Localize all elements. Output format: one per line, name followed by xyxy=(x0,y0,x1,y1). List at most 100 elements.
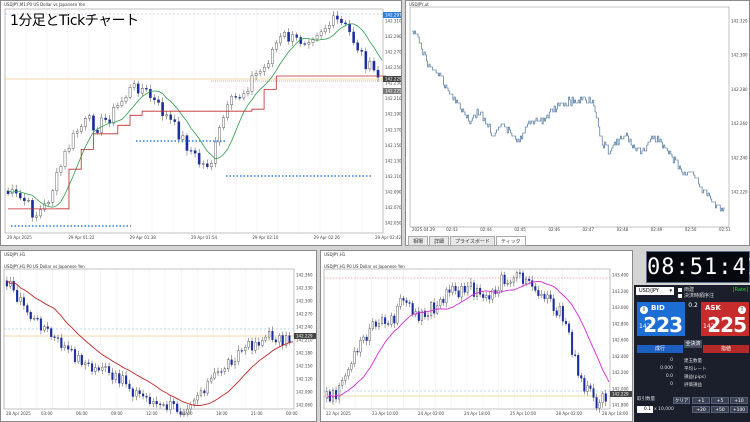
h1-candle xyxy=(159,403,162,405)
tab-price-board[interactable]: プライスボード xyxy=(450,236,495,246)
m1-candle xyxy=(96,130,99,133)
tick-line xyxy=(412,30,725,212)
m1-y-tick: 142.070 xyxy=(385,205,402,210)
m1-candle xyxy=(214,141,217,164)
m1-candle xyxy=(319,31,323,36)
h1-candle xyxy=(128,383,131,389)
m1b-candle xyxy=(368,328,371,341)
m1b-candle xyxy=(592,388,595,398)
h1-candle xyxy=(172,401,175,405)
h1-candle xyxy=(22,297,25,306)
h1-ma-red xyxy=(6,280,294,406)
bid-button[interactable]: ⇩ BID 142. 223 xyxy=(637,302,685,337)
tick-plot-frame xyxy=(409,6,730,228)
m1-candle xyxy=(332,15,335,26)
qty-plus-50-button[interactable]: +50 xyxy=(711,406,729,413)
unrealized-pl-label: 評価損益 xyxy=(684,383,702,388)
trade-panel: USD/JPY ▾ 両建 決済時順序注 [Rate] ⇩ BID 142. 223… xyxy=(634,285,750,422)
m1b-candle xyxy=(552,298,555,311)
m1-candle xyxy=(51,190,55,203)
h1-candle xyxy=(138,390,141,394)
h1-x-tick: 12:00 xyxy=(146,411,158,416)
qty-plus-10-button[interactable]: +10 xyxy=(730,397,748,404)
m1b-candle xyxy=(426,315,430,318)
m1-candle xyxy=(291,34,294,42)
m1-candle xyxy=(254,73,258,76)
h1-candle xyxy=(104,366,107,368)
m1b-candle xyxy=(577,355,580,376)
avg-rate-label: 平均レート xyxy=(684,367,707,372)
m1b-candle xyxy=(402,297,405,301)
m1b-x-tick: 28 Apr 02:00 xyxy=(556,411,583,416)
m1-candle xyxy=(27,200,30,202)
close-all-button[interactable]: 全決済 xyxy=(684,340,702,348)
tick-chart-pane[interactable]: USDJPY,ut 142.320 142.300 142.280 142.260 14… xyxy=(405,0,750,246)
m1b-candle xyxy=(338,385,341,400)
market-button[interactable]: 成行 xyxy=(637,345,683,353)
m1b-candle xyxy=(365,336,368,341)
m1b-candle xyxy=(604,393,607,402)
qty-plus-100-button[interactable]: +100 xyxy=(730,406,748,413)
h1-candle xyxy=(145,395,148,398)
symbol-select[interactable]: USD/JPY ▾ xyxy=(636,287,674,295)
m1b-candle xyxy=(549,294,552,299)
m1b-candle xyxy=(396,306,399,324)
m1-candle xyxy=(67,148,71,152)
qty-input[interactable]: 0.1 xyxy=(637,406,653,413)
h1-candle xyxy=(176,403,179,412)
m1b-candle xyxy=(359,339,362,353)
qty-plus-1-button[interactable]: +1 xyxy=(692,397,710,404)
tab-tick[interactable]: ティック xyxy=(495,236,526,246)
tab-details[interactable]: 詳細 xyxy=(429,236,450,246)
m1-candle xyxy=(234,96,238,98)
h1-candle xyxy=(274,339,277,343)
m1-candle xyxy=(71,132,75,149)
m1-candle xyxy=(165,114,168,117)
m1-candle xyxy=(35,215,38,218)
h1-candle xyxy=(240,350,243,352)
m1-chart-pane[interactable]: USDJPY,M1:P0 US Dollar vs Japanese Yen 1… xyxy=(0,0,402,246)
h1-x-tick: 28 Apr 2025 xyxy=(6,411,31,416)
h1-price-tag: 142.229 xyxy=(296,334,313,339)
order-checkbox[interactable]: 決済時順序注 xyxy=(678,292,714,299)
tick-y-tick: 142.320 xyxy=(731,19,748,24)
qty-unit: x 10,000 xyxy=(654,407,674,412)
m1b-candle xyxy=(457,290,460,298)
m1b-candle xyxy=(488,295,491,300)
m1b-y-tick: 143.200 xyxy=(612,289,629,294)
h1-chart-pane[interactable]: USDJPY,H1 USDJPY,H1:P0 US Dollar vs Japa… xyxy=(0,250,317,422)
h1-candle xyxy=(26,305,29,313)
m1-candle xyxy=(210,163,213,167)
m1-y-tick: 142.190 xyxy=(385,112,402,117)
h1-candle xyxy=(19,297,22,302)
ask-button[interactable]: ASK ⇧ 142. 225 xyxy=(701,302,749,337)
clear-button[interactable]: クリア xyxy=(673,397,690,404)
m1b-candle xyxy=(374,321,377,327)
h1-candle xyxy=(43,326,46,331)
m1b-candle xyxy=(537,290,540,296)
m1b-candle xyxy=(500,274,503,291)
m1-candle xyxy=(88,115,91,119)
h1-candle xyxy=(135,390,138,397)
m1-candle xyxy=(149,89,152,98)
m1b-y-tick: 143.000 xyxy=(612,305,629,310)
ask-label: ASK xyxy=(705,304,721,312)
qty-plus-5-button[interactable]: +5 xyxy=(711,397,729,404)
m1b-candle xyxy=(485,295,488,298)
m1-candle xyxy=(372,61,376,71)
m1b-y-tick: 142.600 xyxy=(612,338,629,343)
m1-candle xyxy=(161,102,164,117)
m1-price-tag-mid: 142.229 xyxy=(385,77,402,82)
m1b-candle xyxy=(540,293,543,296)
m1b-candle xyxy=(561,306,564,322)
limit-button[interactable]: 指値 xyxy=(703,345,749,353)
tab-quotes[interactable]: 相場 xyxy=(408,236,429,246)
h1-candle xyxy=(16,290,19,302)
h1-candle xyxy=(152,401,155,404)
m1-candle xyxy=(230,96,233,106)
qty-plus-20-button[interactable]: +20 xyxy=(692,406,710,413)
m1b-chart-pane[interactable]: USDJPY,H1 USDJPY,H1:P0 US Dollar vs Japa… xyxy=(320,250,633,422)
m1b-candle xyxy=(344,375,347,381)
m1-candle xyxy=(100,117,103,133)
m1b-candle xyxy=(482,294,485,298)
